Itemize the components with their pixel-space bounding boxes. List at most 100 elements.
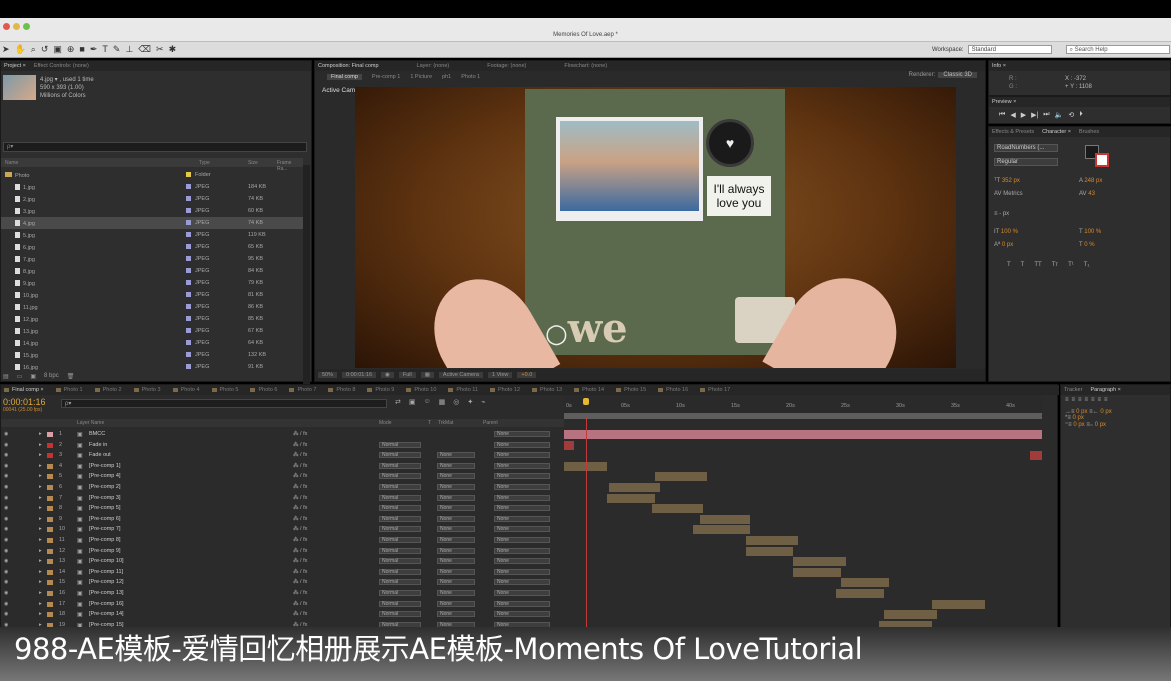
visibility-eye-icon[interactable]: ◉ <box>4 463 8 469</box>
expand-triangle-icon[interactable]: ▸ <box>39 601 42 607</box>
project-search-input[interactable]: ρ▾ <box>3 142 307 152</box>
layer-row[interactable]: ◉ ▸ 10 ▣ [Pre-comp 7] ⁂ / fx Normal None None <box>1 524 564 535</box>
track-matte-select[interactable]: None <box>437 473 475 480</box>
tab-composition-0[interactable]: Composition: Final comp <box>318 63 379 69</box>
rectangle-tool-icon[interactable]: ■ <box>79 44 84 55</box>
track-matte-select[interactable]: None <box>437 462 475 469</box>
layer-row[interactable]: ◉ ▸ 12 ▣ [Pre-comp 9] ⁂ / fx Normal None None <box>1 546 564 557</box>
prev-frame-icon[interactable]: ◀ <box>1010 111 1015 119</box>
label-color-swatch[interactable] <box>186 304 191 309</box>
layer-name[interactable]: [Pre-comp 8] <box>89 537 120 543</box>
expand-triangle-icon[interactable]: ▸ <box>39 484 42 490</box>
label-color-swatch[interactable] <box>186 196 191 201</box>
blend-mode-select[interactable]: Normal <box>379 589 421 596</box>
tab-timeline-comp[interactable]: Final comp × <box>4 387 44 393</box>
track-matte-select[interactable]: None <box>437 547 475 554</box>
visibility-eye-icon[interactable]: ◉ <box>4 601 8 607</box>
layer-label-color[interactable] <box>47 432 53 437</box>
expand-triangle-icon[interactable]: ▸ <box>39 431 42 437</box>
text-style-button[interactable]: T₁ <box>1084 262 1090 268</box>
timeline-timecode[interactable]: 0:00:01:16 <box>3 397 46 407</box>
tab-effect-controls[interactable]: Effect Controls: (none) <box>34 63 89 69</box>
parent-select[interactable]: None <box>494 547 550 554</box>
col-trkmat[interactable]: TrkMat <box>438 420 453 426</box>
layer-row[interactable]: ◉ ▸ 9 ▣ [Pre-comp 6] ⁂ / fx Normal None None <box>1 514 564 525</box>
font-family-select[interactable]: RoadNumbers (... <box>994 144 1058 152</box>
layer-duration-bar[interactable] <box>693 525 751 535</box>
layer-name[interactable]: [Pre-comp 10] <box>89 558 124 564</box>
layer-row[interactable]: ◉ ▸ 4 ▣ [Pre-comp 1] ⁂ / fx Normal None None <box>1 461 564 472</box>
layer-duration-bar[interactable] <box>652 504 703 514</box>
layer-switches[interactable]: ⁂ / fx <box>293 495 307 501</box>
layer-switches[interactable]: ⁂ / fx <box>293 442 307 448</box>
first-frame-icon[interactable]: ⏮ <box>999 111 1005 119</box>
layer-switches[interactable]: ⁂ / fx <box>293 484 307 490</box>
layer-label-color[interactable] <box>47 474 53 480</box>
layer-row[interactable]: ◉ ▸ 1 ▣ BMCC ⁂ / fx None <box>1 429 564 440</box>
parent-select[interactable]: None <box>494 568 550 575</box>
text-style-button[interactable]: T¹ <box>1068 262 1074 268</box>
layer-row[interactable]: ◉ ▸ 15 ▣ [Pre-comp 12] ⁂ / fx Normal None None <box>1 577 564 588</box>
layer-switches[interactable]: ⁂ / fx <box>293 558 307 564</box>
comp-mini-flowchart-icon[interactable]: ⇄ <box>395 398 401 406</box>
brush-tool-icon[interactable]: ✎ <box>113 44 121 55</box>
blend-mode-select[interactable]: Normal <box>379 473 421 480</box>
project-item-row[interactable]: 4.jpg JPEG 74 KB <box>1 217 303 229</box>
ram-preview-icon[interactable]: ⏵ <box>1079 111 1083 119</box>
layer-switches[interactable]: ⁂ / fx <box>293 611 307 617</box>
project-item-row[interactable]: 12.jpg JPEG 85 KB <box>1 313 303 325</box>
eraser-tool-icon[interactable]: ⌫ <box>138 44 151 55</box>
blend-mode-select[interactable]: Normal <box>379 600 421 607</box>
alignment-icons[interactable]: ≡≡≡≡≡≡≡ <box>1065 397 1112 403</box>
layer-row[interactable]: ◉ ▸ 18 ▣ [Pre-comp 14] ⁂ / fx Normal None None <box>1 609 564 620</box>
hand-tool-icon[interactable]: ✋ <box>15 44 26 55</box>
expand-triangle-icon[interactable]: ▸ <box>39 495 42 501</box>
layer-switches[interactable]: ⁂ / fx <box>293 463 307 469</box>
blend-mode-select[interactable]: Normal <box>379 536 421 543</box>
exposure-value[interactable]: +0.0 <box>517 372 537 378</box>
parent-select[interactable]: None <box>494 558 550 565</box>
parent-select[interactable]: None <box>494 441 550 448</box>
label-color-swatch[interactable] <box>186 208 191 213</box>
layer-name[interactable]: [Pre-comp 7] <box>89 526 120 532</box>
layer-row[interactable]: ◉ ▸ 8 ▣ [Pre-comp 5] ⁂ / fx Normal None None <box>1 503 564 514</box>
comp-breadcrumb-item[interactable]: Pre-comp 1 <box>372 74 400 80</box>
project-item-row[interactable]: 8.jpg JPEG 84 KB <box>1 265 303 277</box>
expand-triangle-icon[interactable]: ▸ <box>39 505 42 511</box>
label-color-swatch[interactable] <box>186 256 191 261</box>
new-comp-icon[interactable]: ▣ <box>30 373 36 380</box>
track-matte-select[interactable]: None <box>437 579 475 586</box>
layer-label-color[interactable] <box>47 612 53 618</box>
layer-switches[interactable]: ⁂ / fx <box>293 590 307 596</box>
track-matte-select[interactable]: None <box>437 536 475 543</box>
comp-breadcrumb-item[interactable]: Final comp <box>327 73 362 80</box>
expand-triangle-icon[interactable]: ▸ <box>39 590 42 596</box>
work-area-bar[interactable] <box>564 413 1042 419</box>
layer-row[interactable]: ◉ ▸ 5 ▣ [Pre-comp 4] ⁂ / fx Normal None None <box>1 471 564 482</box>
parent-select[interactable]: None <box>494 579 550 586</box>
text-style-button[interactable]: Tт <box>1052 262 1058 268</box>
blend-mode-select[interactable]: Normal <box>379 462 421 469</box>
col-type[interactable]: Type <box>199 160 210 166</box>
tab-brushes[interactable]: Brushes <box>1079 129 1099 135</box>
layer-name[interactable]: [Pre-comp 13] <box>89 590 124 596</box>
tab-character[interactable]: Character × <box>1042 129 1071 135</box>
layer-duration-bar[interactable] <box>745 536 799 545</box>
comp-breadcrumb-item[interactable]: 1 Picture <box>410 74 432 80</box>
layer-name[interactable]: [Pre-comp 2] <box>89 484 120 490</box>
blend-mode-select[interactable]: Normal <box>379 558 421 565</box>
parent-select[interactable]: None <box>494 515 550 522</box>
parent-select[interactable]: None <box>494 452 550 459</box>
layer-label-color[interactable] <box>47 453 53 459</box>
track-matte-select[interactable]: None <box>437 505 475 512</box>
project-item-row[interactable]: 9.jpg JPEG 79 KB <box>1 277 303 289</box>
layer-name[interactable]: [Pre-comp 1] <box>89 463 120 469</box>
expand-triangle-icon[interactable]: ▸ <box>39 558 42 564</box>
camera-select[interactable]: Active Camera <box>438 372 483 378</box>
layer-duration-bar[interactable] <box>607 493 655 503</box>
tab-timeline-comp[interactable]: Photo 6 <box>250 387 277 393</box>
motion-blur-icon[interactable]: ◎ <box>453 398 459 406</box>
layer-name[interactable]: [Pre-comp 11] <box>89 569 123 575</box>
project-item-row[interactable]: 5.jpg JPEG 119 KB <box>1 229 303 241</box>
layer-switches[interactable]: ⁂ / fx <box>293 516 307 522</box>
